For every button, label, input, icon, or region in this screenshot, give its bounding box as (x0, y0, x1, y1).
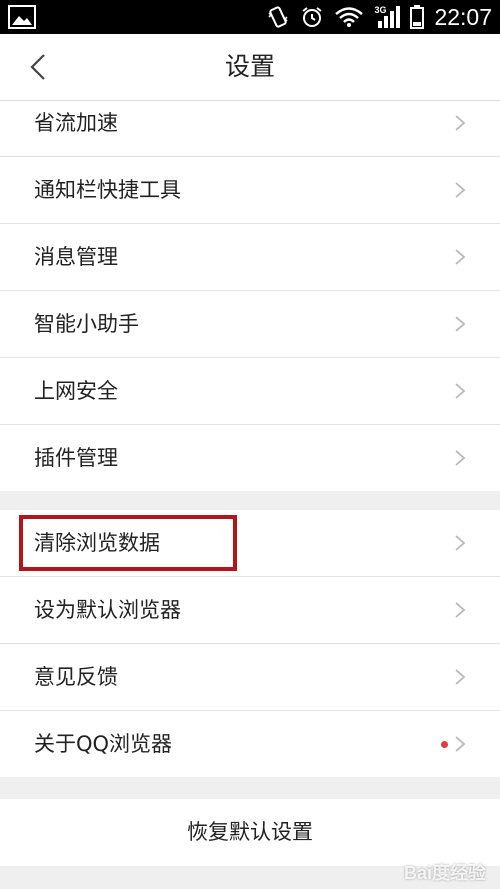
settings-item-browsing-security[interactable]: 上网安全 (0, 358, 500, 425)
settings-item-label: 设为默认浏览器 (34, 598, 181, 622)
chevron-right-icon (455, 602, 466, 618)
settings-item-label: 智能小助手 (34, 312, 139, 336)
page-title: 设置 (224, 52, 275, 81)
settings-item-message-management[interactable]: 消息管理 (0, 224, 500, 291)
chevron-right-icon (455, 736, 466, 752)
settings-item-label: 插件管理 (34, 446, 118, 470)
chevron-right-icon (455, 669, 466, 685)
chevron-right-icon (455, 316, 466, 332)
status-bar: 3G 22:07 (0, 0, 500, 34)
chevron-right-icon (455, 383, 466, 399)
image-icon (8, 5, 36, 29)
settings-item-about-qq-browser[interactable]: 关于QQ浏览器 (0, 711, 500, 777)
wifi-icon (335, 7, 364, 27)
status-time: 22:07 (434, 3, 492, 30)
alarm-icon (302, 7, 323, 27)
chevron-right-icon (455, 249, 466, 265)
vibrate-icon (268, 6, 289, 28)
header: 设置 (0, 34, 500, 101)
status-icons: 3G 22:07 (266, 0, 492, 34)
settings-item-label: 上网安全 (34, 379, 118, 403)
chevron-right-icon (455, 535, 466, 551)
settings-item-label: 关于QQ浏览器 (34, 732, 173, 756)
chevron-right-icon (455, 182, 466, 198)
signal-icon: 3G (374, 5, 401, 29)
settings-item-smart-assistant[interactable]: 智能小助手 (0, 291, 500, 358)
watermark: Bai度经验 (403, 863, 486, 883)
settings-item-feedback[interactable]: 意见反馈 (0, 644, 500, 711)
settings-group-1: 省流加速 通知栏快捷工具 消息管理 智能小助手 上网安全 插件管理 (0, 101, 500, 491)
restore-defaults-button[interactable]: 恢复默认设置 (0, 799, 500, 866)
settings-item-traffic-saving[interactable]: 省流加速 (0, 101, 500, 157)
settings-item-label: 通知栏快捷工具 (34, 178, 181, 202)
new-badge-dot (441, 741, 448, 748)
settings-item-label: 省流加速 (34, 111, 118, 135)
settings-item-label: 消息管理 (34, 245, 118, 269)
settings-item-set-default-browser[interactable]: 设为默认浏览器 (0, 577, 500, 644)
settings-item-notification-tools[interactable]: 通知栏快捷工具 (0, 157, 500, 224)
highlight-annotation-box (19, 515, 237, 571)
settings-item-plugin-management[interactable]: 插件管理 (0, 425, 500, 491)
chevron-right-icon (455, 450, 466, 466)
battery-icon (410, 5, 425, 29)
settings-item-label: 意见反馈 (34, 665, 118, 689)
chevron-right-icon (455, 115, 466, 131)
